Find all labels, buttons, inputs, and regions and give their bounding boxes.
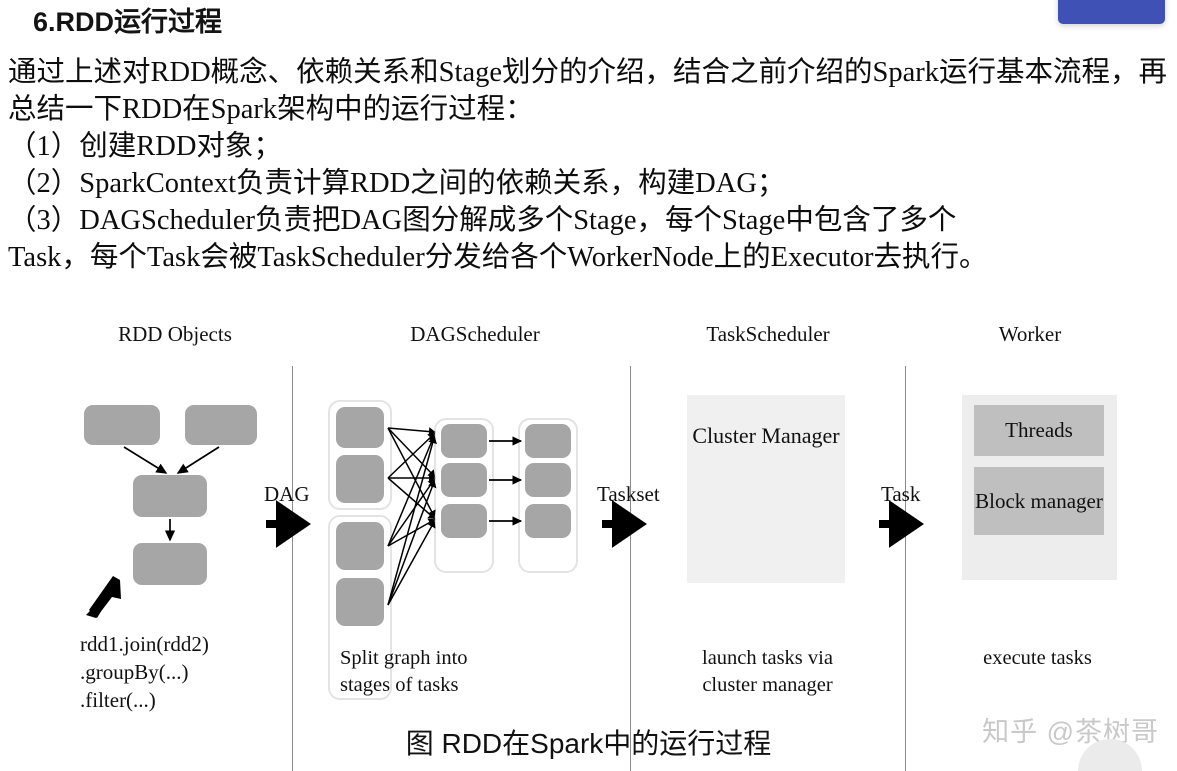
flow-label-task: Task <box>881 482 921 506</box>
stage3-task-2 <box>441 463 487 497</box>
stage2-task-1 <box>336 522 384 570</box>
body-text-block: 通过上述对RDD概念、依赖关系和Stage划分的介绍，结合之前介绍的Spark运… <box>8 54 1176 276</box>
slide-page: 6.RDD运行过程 通过上述对RDD概念、依赖关系和Stage划分的介绍，结合之… <box>0 0 1177 771</box>
rdd-node-a <box>84 405 160 445</box>
column-title-taskscheduler: TaskScheduler <box>706 322 830 346</box>
cluster-manager-label: Cluster Manager <box>692 423 840 448</box>
chevron-down-icon[interactable]: ⌄ <box>1100 760 1117 771</box>
rdd-node-d <box>133 543 207 585</box>
accent-chip[interactable] <box>1058 0 1165 24</box>
note-worker: execute tasks <box>983 647 1092 669</box>
body-paragraph: 通过上述对RDD概念、依赖关系和Stage划分的介绍，结合之前介绍的Spark运… <box>8 57 1167 125</box>
stage4-task-1 <box>525 424 571 458</box>
note-rdd-objects: rdd1.join(rdd2) .groupBy(...) .filter(..… <box>80 632 209 712</box>
stage4-task-3 <box>525 504 571 538</box>
note-taskscheduler: launch tasks via cluster manager <box>702 647 833 696</box>
stage1-task-2 <box>336 455 384 503</box>
pointer-arrow <box>86 576 121 618</box>
note-dagscheduler: Split graph into stages of tasks <box>340 647 468 696</box>
flow-label-dag: DAG <box>264 482 310 506</box>
body-line-3: （3）DAGScheduler负责把DAG图分解成多个Stage，每个Stage… <box>8 205 957 236</box>
worker-threads-block: Threads <box>974 405 1104 456</box>
column-title-rdd-objects: RDD Objects <box>118 322 232 346</box>
flow-label-taskset: Taskset <box>597 482 660 506</box>
column-title-dagscheduler: DAGScheduler <box>410 322 540 346</box>
body-line-1: （1）创建RDD对象； <box>8 131 282 162</box>
stage3-task-1 <box>441 424 487 458</box>
body-line-4: Task，每个Task会被TaskScheduler分发给各个WorkerNod… <box>8 242 988 273</box>
worker-block-manager-block: Block manager <box>974 467 1104 535</box>
divider-3 <box>905 366 906 771</box>
body-line-2: （2）SparkContext负责计算RDD之间的依赖关系，构建DAG； <box>8 168 786 199</box>
rdd-node-b <box>185 405 257 445</box>
watermark-text: 知乎 @茶树哥 <box>982 717 1159 747</box>
stage2-task-2 <box>336 578 384 626</box>
rdd-node-c <box>133 475 207 517</box>
stage1-task-1 <box>336 407 384 448</box>
page-title: 6.RDD运行过程 <box>33 7 223 37</box>
worker-box: Threads Block manager <box>962 395 1117 580</box>
cluster-manager-box: Cluster Manager <box>687 395 845 583</box>
divider-2 <box>630 366 631 771</box>
stage3-task-3 <box>441 504 487 538</box>
stage4-task-2 <box>525 463 571 497</box>
column-title-worker: Worker <box>998 322 1062 346</box>
rdd-flow-diagram: RDD Objects DAGScheduler TaskScheduler W… <box>0 300 1177 771</box>
